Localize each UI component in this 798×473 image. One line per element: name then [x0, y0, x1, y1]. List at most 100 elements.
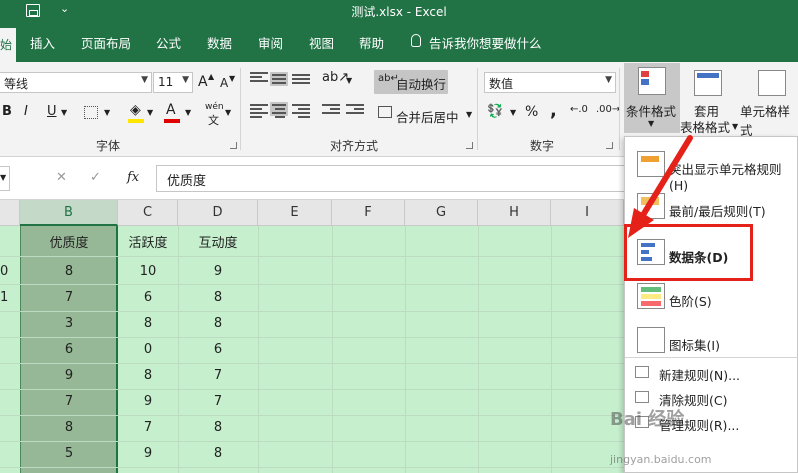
align-center-icon[interactable] — [270, 102, 288, 118]
font-color-button[interactable]: A — [166, 102, 176, 118]
comma-style-button[interactable]: , — [550, 100, 557, 121]
table-cell[interactable]: 8 — [178, 420, 258, 435]
tell-me-search[interactable]: 告诉我你想要做什么 — [429, 33, 542, 52]
decrease-indent-icon[interactable] — [322, 104, 340, 118]
chevron-down-icon[interactable]: ▼ — [104, 108, 110, 117]
italic-button[interactable]: I — [24, 104, 28, 119]
table-cell[interactable]: 9 — [178, 264, 258, 279]
conditional-formatting-button[interactable]: 条件格式 ▼ — [624, 63, 680, 133]
decrease-decimal-icon[interactable]: .00→ — [596, 104, 620, 115]
font-size-select[interactable]: 11 ▼ — [153, 72, 193, 93]
table-cell[interactable]: 7 — [178, 368, 258, 383]
column-header-c[interactable]: C — [118, 200, 178, 226]
align-left-icon[interactable] — [250, 104, 268, 118]
table-cell[interactable]: 6 — [118, 290, 178, 305]
column-header-e[interactable]: E — [258, 200, 332, 226]
align-bottom-icon[interactable] — [292, 74, 310, 88]
table-cell[interactable]: 1 — [0, 290, 8, 305]
table-cell[interactable]: 9 — [118, 394, 178, 409]
table-cell[interactable]: 6 — [20, 342, 118, 357]
table-cell[interactable]: 9 — [20, 368, 118, 383]
chevron-down-icon[interactable]: ▼ — [147, 108, 153, 117]
menu-item-color-scales[interactable]: 色阶(S) — [625, 277, 798, 317]
alignment-dialog-launcher[interactable] — [466, 142, 473, 149]
cell-styles-icon[interactable] — [758, 70, 786, 96]
phonetic-guide-button[interactable]: wén — [205, 102, 224, 112]
table-cell[interactable]: 10 — [118, 264, 178, 279]
tab-insert[interactable]: 插入 — [30, 33, 55, 52]
column-header-d[interactable]: D — [178, 200, 258, 226]
column-header-b[interactable]: B — [20, 200, 118, 226]
tab-home[interactable]: 始 — [0, 28, 16, 62]
chevron-down-icon[interactable]: ▼ — [510, 108, 516, 117]
group-divider — [477, 68, 478, 150]
merge-center-button[interactable]: 合并后居中 ▼ — [374, 102, 484, 126]
table-cell[interactable]: 6 — [178, 342, 258, 357]
menu-item-new-rule[interactable]: 新建规则(N)... — [625, 361, 798, 385]
accounting-format-icon[interactable]: 💱 — [487, 104, 503, 119]
increase-decimal-icon[interactable]: ←.0 — [570, 104, 588, 115]
decrease-font-button[interactable]: A — [220, 76, 228, 90]
column-header-f[interactable]: F — [332, 200, 405, 226]
percent-button[interactable]: % — [525, 104, 538, 120]
enter-icon[interactable]: ✓ — [90, 170, 101, 185]
align-middle-icon[interactable] — [270, 72, 288, 86]
tab-page-layout[interactable]: 页面布局 — [81, 33, 131, 52]
formula-input[interactable]: 优质度 — [156, 165, 626, 192]
chevron-down-icon: ▼ — [605, 75, 612, 85]
tab-data[interactable]: 数据 — [207, 33, 232, 52]
increase-font-button[interactable]: A — [198, 74, 208, 90]
insert-function-icon[interactable]: fx — [127, 170, 139, 185]
tab-help[interactable]: 帮助 — [359, 33, 384, 52]
chevron-down-icon[interactable]: ▼ — [185, 108, 191, 117]
table-cell[interactable]: 8 — [20, 420, 118, 435]
name-box[interactable]: ▼ — [0, 166, 10, 191]
table-cell[interactable]: 7 — [178, 394, 258, 409]
table-cell[interactable]: 0 — [118, 342, 178, 357]
cancel-icon[interactable]: ✕ — [56, 170, 67, 185]
align-right-icon[interactable] — [292, 104, 310, 118]
tab-review[interactable]: 审阅 — [258, 33, 283, 52]
font-name-select[interactable]: 等线 ▼ — [0, 72, 152, 93]
increase-indent-icon[interactable] — [346, 104, 364, 118]
column-header-a[interactable] — [0, 200, 20, 226]
column-header-h[interactable]: H — [478, 200, 551, 226]
font-dialog-launcher[interactable] — [230, 142, 237, 149]
wrap-text-button[interactable]: ab↵ 自动换行 — [374, 70, 448, 94]
column-header-g[interactable]: G — [405, 200, 478, 226]
column-header-i[interactable]: I — [551, 200, 624, 226]
menu-item-icon-sets[interactable]: 图标集(I) — [625, 321, 798, 361]
table-cell[interactable]: 3 — [20, 316, 118, 331]
table-cell[interactable]: 7 — [118, 420, 178, 435]
table-cell[interactable]: 8 — [20, 264, 118, 279]
table-cell[interactable]: 8 — [178, 446, 258, 461]
align-top-icon[interactable] — [250, 72, 268, 86]
table-cell[interactable]: 0 — [0, 264, 8, 279]
header-cell-quality[interactable]: 优质度 — [20, 232, 118, 251]
table-cell[interactable]: 8 — [118, 368, 178, 383]
number-dialog-launcher[interactable] — [606, 142, 613, 149]
ribbon-tabs: 始 插入 页面布局 公式 数据 审阅 视图 帮助 告诉我你想要做什么 — [0, 22, 798, 62]
table-cell[interactable]: 8 — [178, 290, 258, 305]
fill-color-icon[interactable]: ◈ — [130, 102, 141, 118]
number-format-select[interactable]: 数值 ▼ — [484, 72, 616, 93]
table-cell[interactable]: 7 — [20, 290, 118, 305]
borders-icon[interactable] — [84, 106, 98, 119]
cell-styles-label[interactable]: 单元格样式 — [740, 101, 798, 139]
table-cell[interactable]: 7 — [20, 394, 118, 409]
chevron-down-icon[interactable]: ▼ — [346, 76, 352, 85]
table-cell[interactable]: 8 — [178, 316, 258, 331]
table-cell[interactable]: 9 — [118, 446, 178, 461]
chevron-down-icon[interactable]: ▼ — [225, 108, 231, 117]
merge-icon — [378, 106, 392, 118]
underline-button[interactable]: U — [47, 104, 57, 119]
bold-button[interactable]: B — [2, 104, 12, 119]
header-cell-interaction[interactable]: 互动度 — [178, 232, 258, 251]
tab-formulas[interactable]: 公式 — [156, 33, 181, 52]
table-cell[interactable]: 8 — [118, 316, 178, 331]
header-cell-activity[interactable]: 活跃度 — [118, 232, 178, 251]
chevron-down-icon[interactable]: ▼ — [61, 108, 67, 117]
tab-view[interactable]: 视图 — [309, 33, 334, 52]
table-cell[interactable]: 5 — [20, 446, 118, 461]
chevron-down-icon[interactable]: ▼ — [732, 122, 738, 131]
